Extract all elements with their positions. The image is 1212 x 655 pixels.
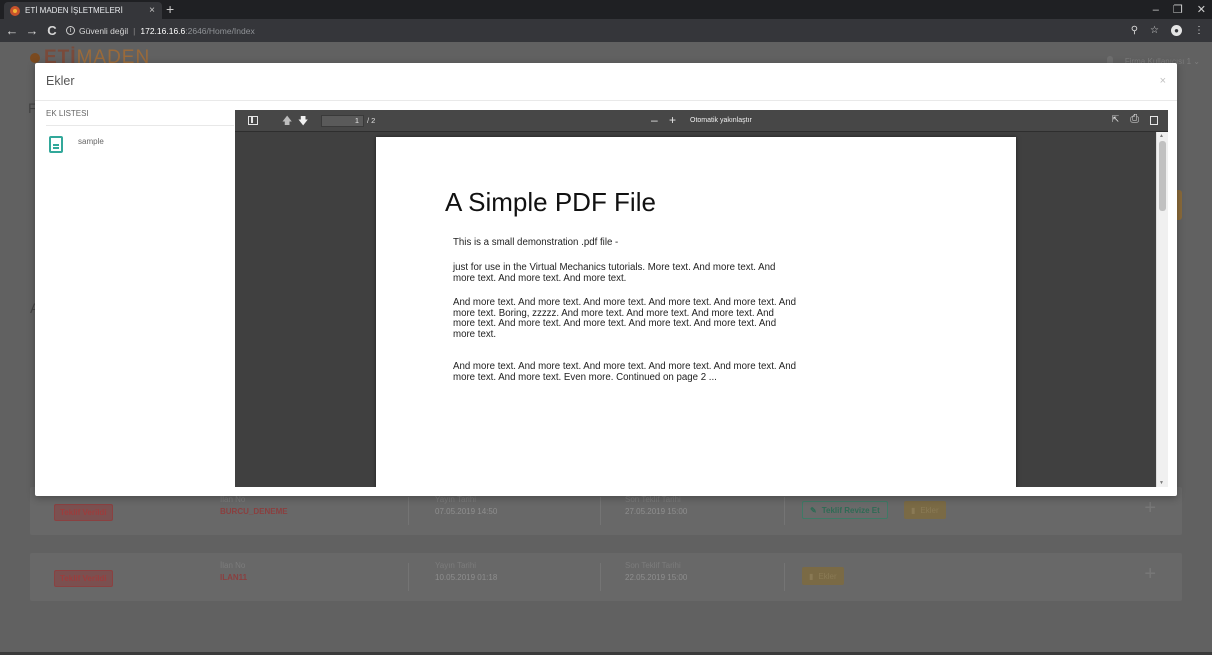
ekler-label: Ekler (920, 505, 939, 515)
modal-title: Ekler (46, 74, 75, 88)
browser-tab-bar: ETİ MADEN İŞLETMELERİ × + – ❐ ✕ (0, 0, 1212, 19)
expand-plus-icon[interactable]: + (1144, 497, 1156, 520)
attachment-item[interactable]: sample (49, 136, 234, 153)
ekler-label: Ekler (818, 571, 837, 581)
pdf-page: A Simple PDF File This is a small demons… (376, 137, 1016, 487)
restore-icon[interactable]: ❐ (1173, 3, 1183, 16)
attachment-name: sample (78, 137, 104, 146)
profile-avatar-icon[interactable]: ● (1171, 25, 1182, 36)
son-teklif-label: Son Teklif Tarihi (625, 561, 681, 570)
ilan-no-value: BURCU_DENEME (220, 507, 288, 516)
file-icon: ▮ (911, 505, 916, 515)
zoom-in-icon[interactable]: + (669, 113, 676, 127)
site-favicon-icon (10, 5, 20, 16)
son-teklif-column: Son Teklif Tarihi 22.05.2019 15:00 (625, 560, 687, 584)
column-divider (600, 497, 601, 525)
toolbar-actions: ⚲ ☆ ● ⋮ (1131, 19, 1204, 42)
scrollbar-thumb[interactable] (1159, 141, 1166, 211)
document-icon (49, 136, 63, 153)
pdf-toolbar: 🡅 🡇 1 / 2 – + Otomatik yakınlaştır ⇱ ⎙ (235, 110, 1168, 132)
column-divider (408, 497, 409, 525)
yayin-tarihi-value: 07.05.2019 14:50 (435, 507, 498, 516)
ilan-no-column: İlan No ILAN11 (220, 560, 247, 584)
back-arrow-icon[interactable]: ← (4, 23, 20, 38)
url-path: :2646/Home/Index (185, 25, 255, 36)
previous-page-icon[interactable]: 🡅 (282, 114, 292, 131)
modal-header: Ekler × (35, 63, 1177, 101)
yayin-tarihi-value: 10.05.2019 01:18 (435, 573, 498, 582)
column-divider (784, 563, 785, 591)
column-divider (408, 563, 409, 591)
zoom-out-icon[interactable]: – (651, 113, 658, 127)
address-separator: | (133, 25, 136, 36)
next-page-icon[interactable]: 🡇 (298, 114, 308, 131)
column-divider (600, 563, 601, 591)
status-badge: Teklif Verildi (54, 504, 113, 521)
file-icon: ▮ (809, 571, 814, 581)
address-bar[interactable]: i Güvenli değil | 172.16.16.6 :2646/Home… (66, 26, 255, 36)
new-tab-button[interactable]: + (166, 1, 174, 17)
forward-arrow-icon[interactable]: → (24, 23, 40, 38)
yayin-tarihi-column: Yayın Tarihi 07.05.2019 14:50 (435, 494, 497, 518)
yayin-tarihi-column: Yayın Tarihi 10.05.2019 01:18 (435, 560, 497, 584)
sidebar-toggle-icon[interactable] (248, 116, 258, 125)
window-controls: – ❐ ✕ (1153, 0, 1206, 19)
minimize-icon[interactable]: – (1153, 4, 1159, 16)
son-teklif-column: Son Teklif Tarihi 27.05.2019 15:00 (625, 494, 687, 518)
download-icon[interactable] (1150, 116, 1158, 125)
tab-close-icon[interactable]: × (146, 5, 158, 16)
pdf-paragraph: And more text. And more text. And more t… (453, 361, 797, 383)
browser-tab[interactable]: ETİ MADEN İŞLETMELERİ × (4, 2, 162, 19)
pdf-paragraph: This is a small demonstration .pdf file … (453, 237, 619, 248)
logo-mark-icon (30, 53, 40, 63)
yayin-tarihi-label: Yayın Tarihi (435, 561, 477, 570)
ilan-no-value: ILAN11 (220, 573, 248, 582)
window-close-icon[interactable]: ✕ (1197, 3, 1206, 16)
pdf-actions: ⇱ ⎙ (1112, 113, 1158, 126)
bookmark-star-icon[interactable]: ☆ (1150, 25, 1159, 36)
edit-icon: ✎ (810, 505, 817, 515)
son-teklif-value: 22.05.2019 15:00 (625, 573, 688, 582)
pdf-viewer: 🡅 🡇 1 / 2 – + Otomatik yakınlaştır ⇱ ⎙ A… (235, 110, 1168, 487)
attachment-list: EK LISTESI sample (46, 109, 234, 153)
scroll-down-icon[interactable]: ▼ (1159, 480, 1164, 486)
scroll-up-icon[interactable]: ▲ (1159, 133, 1164, 139)
info-icon[interactable]: i (66, 26, 75, 35)
teklif-revize-button[interactable]: ✎ Teklif Revize Et (802, 501, 888, 519)
column-divider (784, 497, 785, 525)
page-total: / 2 (367, 116, 376, 125)
modal-close-icon[interactable]: × (1160, 75, 1166, 87)
listing-card: Teklif Verildi İlan No ILAN11 Yayın Tari… (30, 553, 1182, 601)
pdf-paragraph: just for use in the Virtual Mechanics tu… (453, 262, 776, 284)
ekler-button[interactable]: ▮ Ekler (802, 567, 844, 585)
url-host: 172.16.16.6 (140, 25, 186, 36)
pdf-title: A Simple PDF File (445, 187, 656, 217)
chevron-down-icon: ⌄ (1193, 57, 1200, 66)
zoom-select[interactable]: Otomatik yakınlaştır (686, 114, 756, 128)
security-label: Güvenli değil (79, 25, 129, 36)
teklif-revize-label: Teklif Revize Et (821, 505, 880, 515)
reload-icon[interactable]: C (44, 23, 60, 38)
browser-toolbar: ← → C i Güvenli değil | 172.16.16.6 :264… (0, 19, 1212, 42)
ilan-no-label: İlan No (220, 561, 246, 570)
status-badge: Teklif Verildi (54, 570, 113, 587)
pdf-paragraph: And more text. And more text. And more t… (453, 297, 797, 340)
print-icon[interactable]: ⎙ (1130, 113, 1139, 126)
presentation-mode-icon[interactable]: ⇱ (1112, 114, 1120, 126)
pdf-scrollbar[interactable]: ▲ ▼ (1156, 132, 1168, 487)
attachments-modal: Ekler × EK LISTESI sample 🡅 🡇 1 / 2 – + … (35, 63, 1177, 496)
ekler-button[interactable]: ▮ Ekler (904, 501, 946, 519)
page-number-input[interactable]: 1 (321, 115, 364, 127)
menu-kebab-icon[interactable]: ⋮ (1194, 25, 1204, 36)
son-teklif-value: 27.05.2019 15:00 (625, 507, 688, 516)
key-icon[interactable]: ⚲ (1131, 25, 1138, 36)
ilan-no-column: İlan No BURCU_DENEME (220, 494, 288, 518)
attachment-list-header: EK LISTESI (46, 109, 234, 126)
expand-plus-icon[interactable]: + (1144, 563, 1156, 586)
tab-title: ETİ MADEN İŞLETMELERİ (25, 6, 123, 15)
